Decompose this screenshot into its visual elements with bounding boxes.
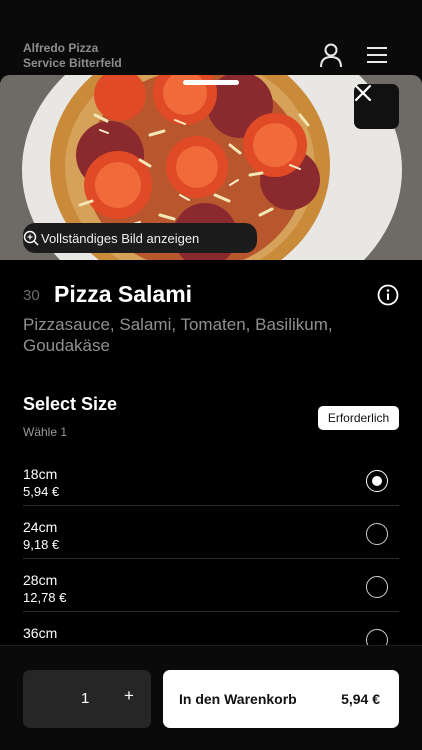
size-option-name: 18cm [23,466,58,482]
size-section-subtitle: Wähle 1 [23,425,68,439]
brand-line-1: Alfredo Pizza [23,41,99,55]
size-option-name: 36cm [23,625,58,641]
cart-bar: 1 + In den Warenkorb 5,94 € [0,645,422,750]
radio-icon[interactable] [366,523,388,545]
dish-number: 30 [23,287,40,304]
close-button[interactable] [354,84,399,129]
zoom-icon [23,230,39,246]
size-option-price: 5,94 € [23,484,60,499]
user-icon[interactable] [318,42,344,68]
view-full-image-button[interactable]: Vollständiges Bild anzeigen [23,223,257,253]
quantity-value: 1 [81,690,90,707]
dish-title-row: 30 Pizza Salami [23,281,399,311]
product-image[interactable]: Vollständiges Bild anzeigen [0,75,422,260]
size-option-24cm[interactable]: 24cm 9,18 € [23,506,399,559]
radio-icon[interactable] [366,576,388,598]
restaurant-name[interactable]: Alfredo Pizza Service Bitterfeld [23,41,122,71]
size-option-name: 28cm [23,572,58,588]
quantity-stepper: 1 + [23,670,151,728]
dish-description: Pizzasauce, Salami, Tomaten, Basilikum, … [23,315,333,355]
add-to-cart-price: 5,94 € [341,691,380,707]
app-header: Alfredo Pizza Service Bitterfeld [0,0,422,80]
size-option-18cm[interactable]: 18cm 5,94 € [23,453,399,506]
add-to-cart-button[interactable]: In den Warenkorb 5,94 € [163,670,399,728]
brand-line-2: Service Bitterfeld [23,56,122,70]
close-icon [354,84,372,102]
add-to-cart-label: In den Warenkorb [179,691,297,707]
info-icon[interactable] [377,284,399,306]
size-option-28cm[interactable]: 28cm 12,78 € [23,559,399,612]
sheet-grabber[interactable] [183,80,239,85]
size-option-price: 9,18 € [23,537,60,552]
size-option-price: 12,78 € [23,590,67,605]
dish-name: Pizza Salami [54,281,193,307]
radio-selected-icon[interactable] [366,470,388,492]
required-badge: Erforderlich [318,406,399,430]
size-section-title: Select Size [23,394,118,414]
size-option-name: 24cm [23,519,58,535]
menu-icon[interactable] [365,42,391,68]
quantity-plus-button[interactable]: + [119,686,139,708]
view-full-image-label: Vollständiges Bild anzeigen [41,230,200,246]
